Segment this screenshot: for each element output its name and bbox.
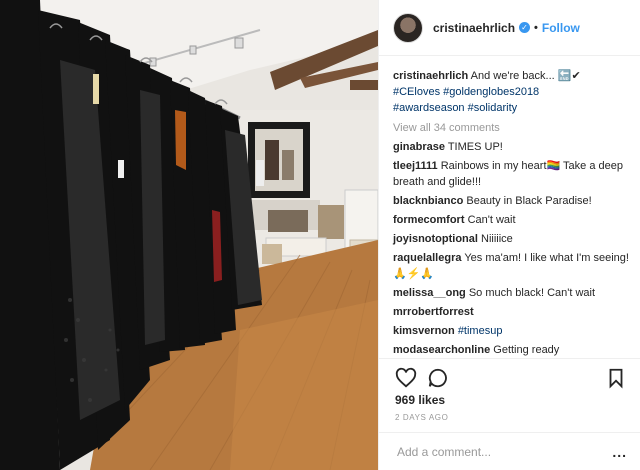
hashtag-link[interactable]: #goldenglobes2018 bbox=[443, 86, 539, 98]
hashtag-link[interactable]: #CEloves bbox=[393, 86, 440, 98]
comment-item: ginabrase TIMES UP! bbox=[393, 139, 633, 155]
caption-username[interactable]: cristinaehrlich bbox=[393, 70, 468, 82]
comment-item: blacknbianco Beauty in Black Paradise! bbox=[393, 193, 633, 209]
comment-item: tleej1111 Rainbows in my heart🏳‍🌈 Take a… bbox=[393, 158, 633, 190]
hashtag-link[interactable]: #awardseason bbox=[393, 102, 465, 114]
bookmark-icon[interactable] bbox=[605, 367, 627, 389]
comment-text: Niiiiice bbox=[481, 233, 513, 245]
post-photo[interactable] bbox=[0, 0, 378, 470]
comment-item: formecomfort Can't wait bbox=[393, 212, 633, 228]
comment-username[interactable]: melissa__ong bbox=[393, 287, 466, 299]
comments-section: cristinaehrlich And we're back... 🔚✔ #CE… bbox=[393, 68, 633, 361]
comment-username[interactable]: modasearchonline bbox=[393, 344, 490, 356]
comment-item: joyisnotoptional Niiiiice bbox=[393, 231, 633, 247]
add-comment-row: ... bbox=[379, 432, 640, 470]
comment-username[interactable]: kimsvernon bbox=[393, 325, 455, 337]
comment-username[interactable]: formecomfort bbox=[393, 214, 465, 226]
post-header: cristinaehrlich ✓ • Follow bbox=[379, 0, 640, 56]
heart-icon[interactable] bbox=[395, 367, 417, 389]
comment-item: raquelallegra Yes ma'am! I like what I'm… bbox=[393, 250, 633, 282]
caption: cristinaehrlich And we're back... 🔚✔ #CE… bbox=[393, 68, 633, 116]
view-all-comments-link[interactable]: View all 34 comments bbox=[393, 122, 633, 134]
hashtag-link[interactable]: #solidarity bbox=[468, 102, 518, 114]
likes-count[interactable]: 969 likes bbox=[395, 393, 445, 407]
comment-text: Beauty in Black Paradise! bbox=[466, 195, 592, 207]
action-bar bbox=[379, 358, 640, 396]
post-timestamp: 2 DAYS AGO bbox=[395, 413, 449, 422]
comment-username[interactable]: mrrobertforrest bbox=[393, 306, 474, 318]
more-options-button[interactable]: ... bbox=[612, 444, 627, 460]
comment-username[interactable]: blacknbianco bbox=[393, 195, 463, 207]
comment-item: melissa__ong So much black! Can't wait bbox=[393, 285, 633, 301]
comment-item: kimsvernon #timesup bbox=[393, 323, 633, 339]
comment-text: So much black! Can't wait bbox=[468, 287, 596, 299]
verified-badge-icon: ✓ bbox=[519, 22, 531, 33]
post-sidebar: cristinaehrlich ✓ • Follow cristinaehrli… bbox=[378, 0, 640, 470]
comment-icon[interactable] bbox=[427, 367, 449, 389]
comment-username[interactable]: ginabrase bbox=[393, 141, 445, 153]
comment-item: mrrobertforrest bbox=[393, 304, 633, 320]
header-username[interactable]: cristinaehrlich bbox=[433, 21, 515, 35]
caption-text: And we're back... bbox=[470, 70, 558, 82]
add-comment-input[interactable] bbox=[397, 444, 613, 459]
comment-hashtag-link[interactable]: #timesup bbox=[458, 325, 503, 337]
caption-emoji: 🔚✔ bbox=[557, 70, 581, 82]
comment-text: Can't wait bbox=[467, 214, 516, 226]
comment-username[interactable]: raquelallegra bbox=[393, 252, 461, 264]
clothing-rack-photo bbox=[0, 0, 378, 470]
follow-button[interactable]: Follow bbox=[542, 21, 580, 35]
comment-text: TIMES UP! bbox=[447, 141, 503, 153]
instagram-post: cristinaehrlich ✓ • Follow cristinaehrli… bbox=[0, 0, 640, 470]
header-separator: • bbox=[534, 21, 538, 34]
avatar[interactable] bbox=[393, 12, 423, 43]
comment-username[interactable]: tleej1111 bbox=[393, 160, 438, 172]
comment-text: Getting ready bbox=[493, 344, 560, 356]
comment-username[interactable]: joyisnotoptional bbox=[393, 233, 478, 245]
comment-item: modasearchonline Getting ready bbox=[393, 342, 633, 358]
